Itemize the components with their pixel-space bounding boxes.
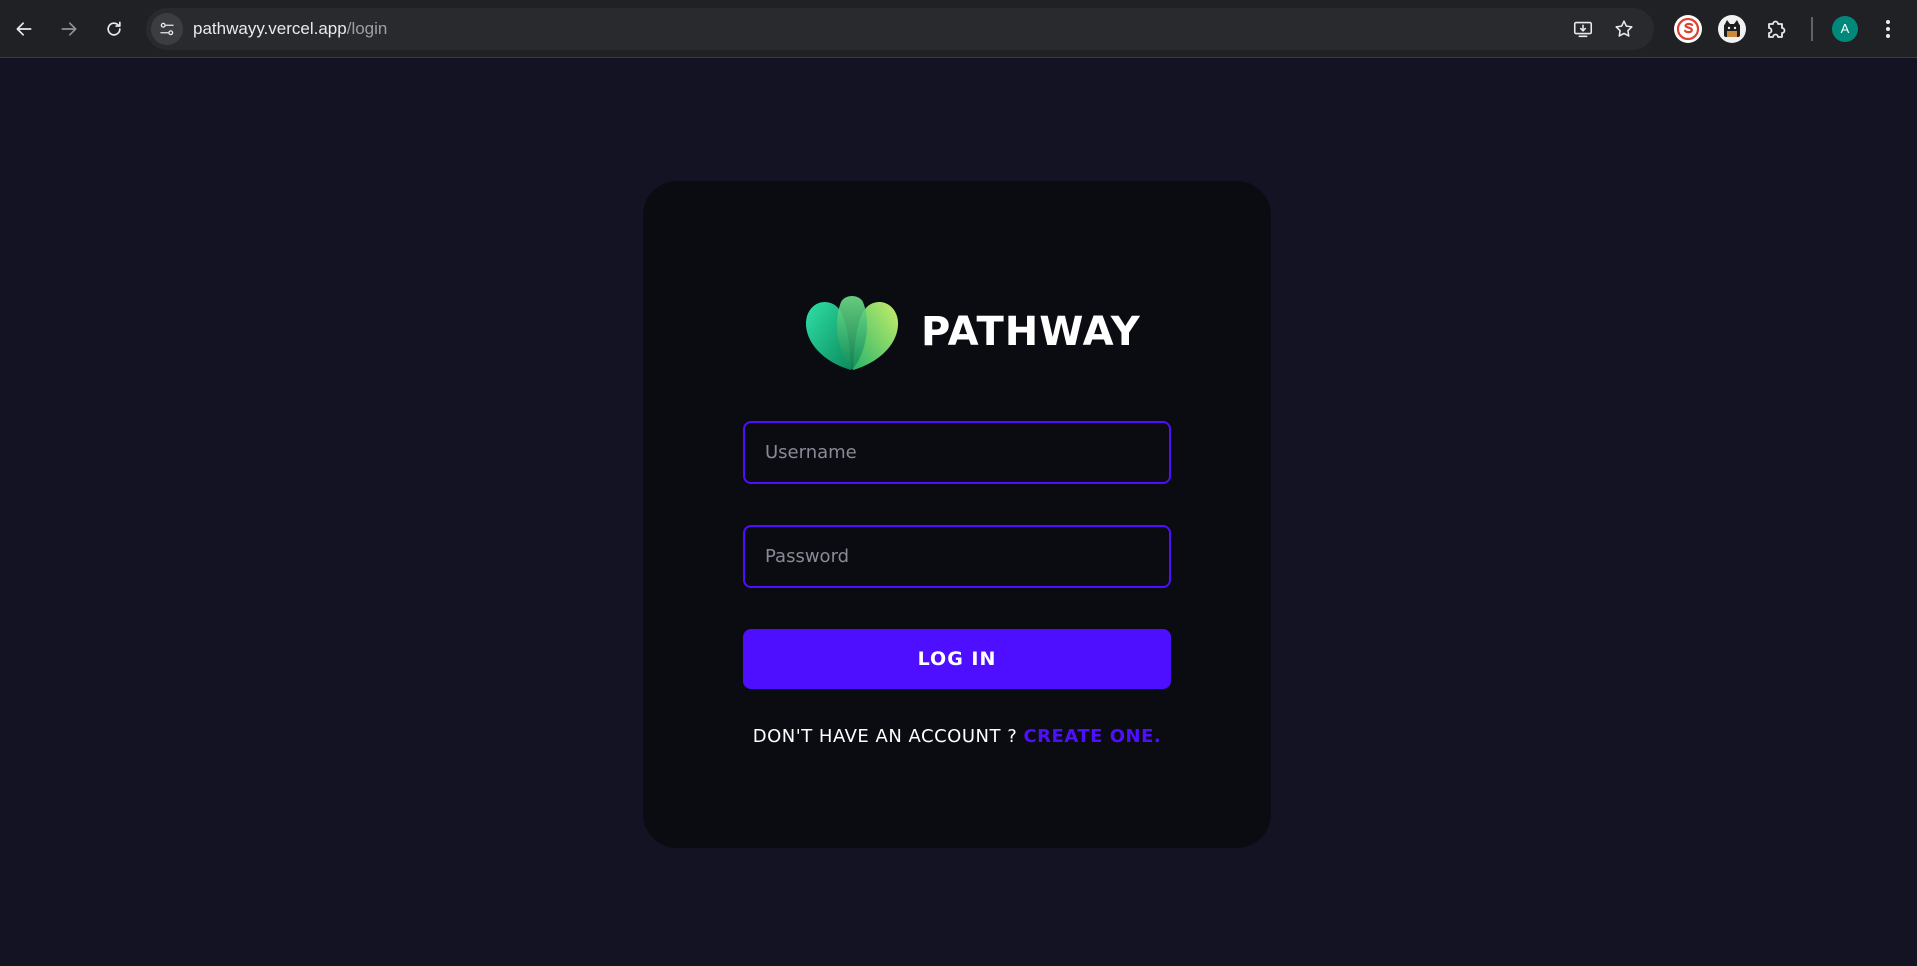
login-button[interactable]: LOG IN <box>743 629 1171 689</box>
site-info-button[interactable] <box>151 13 183 45</box>
signup-prompt: DON'T HAVE AN ACCOUNT ? CREATE ONE. <box>743 726 1171 747</box>
signup-prompt-text: DON'T HAVE AN ACCOUNT ? <box>752 726 1024 747</box>
extension-button[interactable] <box>1673 14 1703 44</box>
puzzle-icon <box>1768 20 1786 38</box>
extension-button[interactable] <box>1717 14 1747 44</box>
red-s-extension-icon <box>1674 15 1702 43</box>
login-card: PATHWAY LOG IN DON'T HAVE AN ACCOUNT ? C… <box>643 181 1271 848</box>
extensions-menu-button[interactable] <box>1761 14 1791 44</box>
create-account-link[interactable]: CREATE ONE. <box>1023 726 1161 747</box>
cat-extension-icon <box>1718 15 1746 43</box>
heart-leaf-logo-icon <box>805 296 899 370</box>
bookmark-button[interactable] <box>1611 16 1637 42</box>
address-bar[interactable]: pathwayy.vercel.app/login <box>146 8 1654 50</box>
install-app-button[interactable] <box>1570 16 1596 42</box>
username-input[interactable] <box>743 421 1171 484</box>
arrow-left-icon <box>16 22 32 36</box>
forward-button[interactable] <box>51 11 87 47</box>
browser-menu-button[interactable] <box>1876 14 1900 44</box>
browser-toolbar: pathwayy.vercel.app/login A <box>0 0 1917 58</box>
password-input[interactable] <box>743 525 1171 588</box>
arrow-right-icon <box>61 22 77 36</box>
install-app-icon <box>1573 21 1593 38</box>
reload-icon <box>107 21 121 36</box>
url-text[interactable]: pathwayy.vercel.app/login <box>193 19 387 39</box>
star-icon <box>1615 20 1633 37</box>
reload-button[interactable] <box>96 11 132 47</box>
url-host: pathwayy.vercel.app <box>193 19 347 38</box>
back-button[interactable] <box>6 11 42 47</box>
brand-name: PATHWAY <box>921 309 1141 355</box>
brand: PATHWAY <box>803 292 1141 372</box>
toolbar-divider <box>1811 17 1813 41</box>
profile-avatar[interactable]: A <box>1832 16 1858 42</box>
kebab-menu-icon <box>1886 20 1890 38</box>
tune-icon <box>160 22 174 36</box>
url-path: /login <box>346 19 388 38</box>
